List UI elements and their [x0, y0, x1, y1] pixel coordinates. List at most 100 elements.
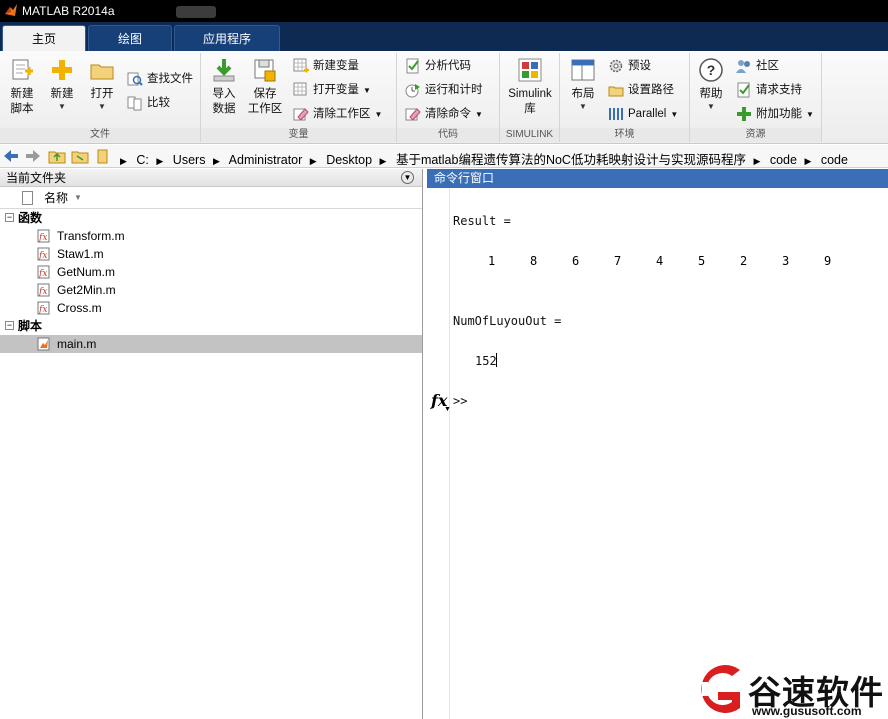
save-workspace-button[interactable]: 保存 工作区: [245, 57, 285, 117]
request-support-button[interactable]: 请求支持: [736, 80, 802, 100]
open-variable-dropdown-icon[interactable]: ▼: [363, 86, 371, 95]
result-value: 1: [488, 254, 496, 268]
addons-button[interactable]: 附加功能 ▼: [736, 104, 814, 124]
matlab-logo-icon: [5, 4, 17, 16]
scripts-group-row[interactable]: − 脚本: [0, 317, 422, 335]
simulink-library-button[interactable]: Simulink 库: [502, 57, 558, 117]
find-files-button[interactable]: 查找文件: [127, 69, 193, 89]
scripts-group-label: 脚本: [18, 319, 43, 333]
save-workspace-label-2: 工作区: [247, 103, 283, 115]
new-button[interactable]: 新建 ▼: [44, 57, 80, 112]
file-group-label: 文件: [0, 128, 200, 142]
watermark: 谷速软件 www.gususoft.com: [688, 660, 888, 719]
breadcrumb-item[interactable]: Administrator: [229, 153, 303, 167]
current-folder-header: 当前文件夹 ▼: [0, 169, 422, 187]
environment-group-label: 环境: [560, 128, 689, 142]
tab-apps[interactable]: 应用程序: [174, 25, 280, 51]
simulink-group-label: SIMULINK: [500, 128, 559, 142]
help-icon: ?: [699, 58, 723, 82]
result-label: Result =: [453, 214, 511, 228]
help-dropdown-icon[interactable]: ▼: [694, 102, 728, 112]
functions-group-row[interactable]: − 函数: [0, 209, 422, 227]
parallel-button[interactable]: Parallel ▼: [608, 104, 678, 124]
help-button[interactable]: ? 帮助 ▼: [694, 57, 728, 112]
layout-button[interactable]: 布局 ▼: [566, 57, 600, 112]
parallel-icon: [609, 107, 623, 120]
addons-dropdown-icon[interactable]: ▼: [806, 110, 814, 119]
new-variable-label: 新建变量: [313, 60, 359, 72]
analyze-code-button[interactable]: 分析代码: [405, 56, 471, 76]
set-path-folder-icon: [608, 86, 624, 97]
fx-dropdown-icon[interactable]: ▼: [444, 406, 451, 413]
set-path-button[interactable]: 设置路径: [608, 80, 674, 100]
address-bar: ▶ C: ▶ Users ▶ Administrator ▶ Desktop ▶…: [0, 145, 888, 168]
open-button[interactable]: 打开 ▼: [84, 57, 120, 112]
file-row[interactable]: fx Staw1.m: [0, 245, 422, 263]
compare-button[interactable]: 比较: [127, 93, 170, 113]
svg-text:fx: fx: [38, 287, 47, 297]
breadcrumb-separator-icon: ▶: [753, 156, 761, 166]
breadcrumb-item[interactable]: 基于matlab编程遗传算法的NoC低功耗映射设计与实现源码程序: [396, 153, 746, 167]
find-files-icon: [127, 72, 143, 86]
breadcrumb-item[interactable]: Users: [173, 153, 206, 167]
community-icon: [736, 59, 750, 73]
ribbon-tab-strip: 主页 绘图 应用程序: [0, 22, 888, 51]
tab-home[interactable]: 主页: [2, 25, 86, 51]
preferences-button[interactable]: 预设: [608, 56, 651, 76]
command-window[interactable]: 命令行窗口: [427, 169, 888, 719]
file-row[interactable]: fx Transform.m: [0, 227, 422, 245]
collapse-icon[interactable]: −: [5, 213, 14, 222]
clear-workspace-button[interactable]: 清除工作区 ▼: [293, 104, 382, 124]
svg-text:fx: fx: [38, 269, 47, 279]
new-dropdown-icon[interactable]: ▼: [44, 102, 80, 112]
new-variable-button[interactable]: 新建变量: [293, 56, 359, 76]
breadcrumb-item[interactable]: code: [821, 153, 848, 167]
clear-workspace-icon: [293, 108, 309, 121]
community-button[interactable]: 社区: [736, 56, 779, 76]
breadcrumb-separator-icon: ▶: [379, 156, 387, 166]
new-variable-icon: [293, 58, 309, 73]
clear-commands-dropdown-icon[interactable]: ▼: [475, 110, 483, 119]
open-variable-button[interactable]: 打开变量 ▼: [293, 80, 371, 100]
command-prompt[interactable]: >>: [453, 394, 467, 408]
parallel-dropdown-icon[interactable]: ▼: [670, 110, 678, 119]
svg-text:fx: fx: [38, 251, 47, 261]
forward-arrow-icon[interactable]: [24, 148, 42, 164]
clear-commands-button[interactable]: 清除命令 ▼: [405, 104, 483, 124]
sort-arrow-icon[interactable]: ▼: [74, 187, 82, 209]
browse-folder-icon[interactable]: [71, 148, 89, 164]
new-script-label-2: 脚本: [10, 103, 34, 115]
up-folder-icon[interactable]: [48, 148, 66, 164]
breadcrumb-item[interactable]: C:: [136, 153, 149, 167]
breadcrumb-item[interactable]: Desktop: [326, 153, 372, 167]
resources-group: ? 帮助 ▼ 社区 请求支持 附加功能 ▼ 资源: [690, 53, 822, 142]
function-file-icon: fx: [37, 247, 50, 261]
file-row[interactable]: fx Get2Min.m: [0, 281, 422, 299]
file-row-selected[interactable]: main.m: [0, 335, 422, 353]
file-row[interactable]: fx GetNum.m: [0, 263, 422, 281]
back-arrow-icon[interactable]: [2, 148, 20, 164]
collapse-icon[interactable]: −: [5, 321, 14, 330]
import-data-button[interactable]: 导入 数据: [205, 57, 243, 117]
breadcrumb-item[interactable]: code: [770, 153, 797, 167]
gear-icon: [609, 59, 623, 73]
file-row[interactable]: fx Cross.m: [0, 299, 422, 317]
layout-dropdown-icon[interactable]: ▼: [566, 102, 600, 112]
tab-plots[interactable]: 绘图: [88, 25, 172, 51]
new-script-label-1: 新建: [10, 88, 34, 100]
result-value: 3: [782, 254, 790, 268]
new-script-button[interactable]: 新建 脚本: [4, 57, 40, 117]
open-dropdown-icon[interactable]: ▼: [84, 102, 120, 112]
function-file-icon: fx: [37, 301, 50, 315]
file-name: Cross.m: [57, 301, 102, 315]
name-column-header[interactable]: 名称 ▼: [0, 187, 422, 209]
variable-group: 导入 数据 保存 工作区 新建变量 打开变量 ▼ 清除工作区 ▼ 变量: [201, 53, 397, 142]
clear-workspace-dropdown-icon[interactable]: ▼: [375, 110, 383, 119]
resources-group-label: 资源: [690, 128, 821, 142]
simulink-library-icon: [518, 58, 542, 82]
panel-menu-icon[interactable]: ▼: [401, 171, 414, 184]
breadcrumb-separator-icon: ▶: [120, 156, 127, 166]
run-and-time-label: 运行和计时: [425, 84, 483, 96]
new-label: 新建: [50, 88, 74, 100]
run-and-time-button[interactable]: 运行和计时: [405, 80, 483, 100]
